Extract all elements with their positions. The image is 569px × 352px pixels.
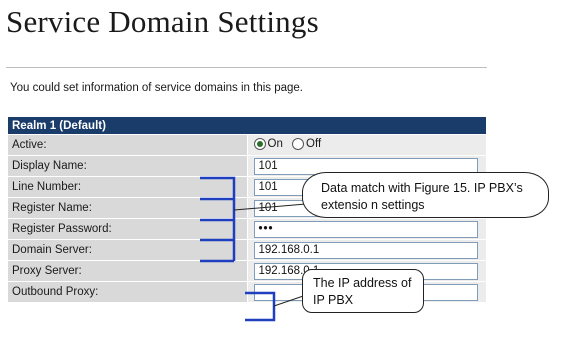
callout-ip-address: The IP address of IP PBX	[302, 269, 424, 313]
callout-extension-match: Data match with Figure 15. IP PBX’s exte…	[302, 172, 549, 218]
bracket-ip-fields	[245, 291, 276, 322]
bracket-extension-fields	[200, 176, 236, 263]
